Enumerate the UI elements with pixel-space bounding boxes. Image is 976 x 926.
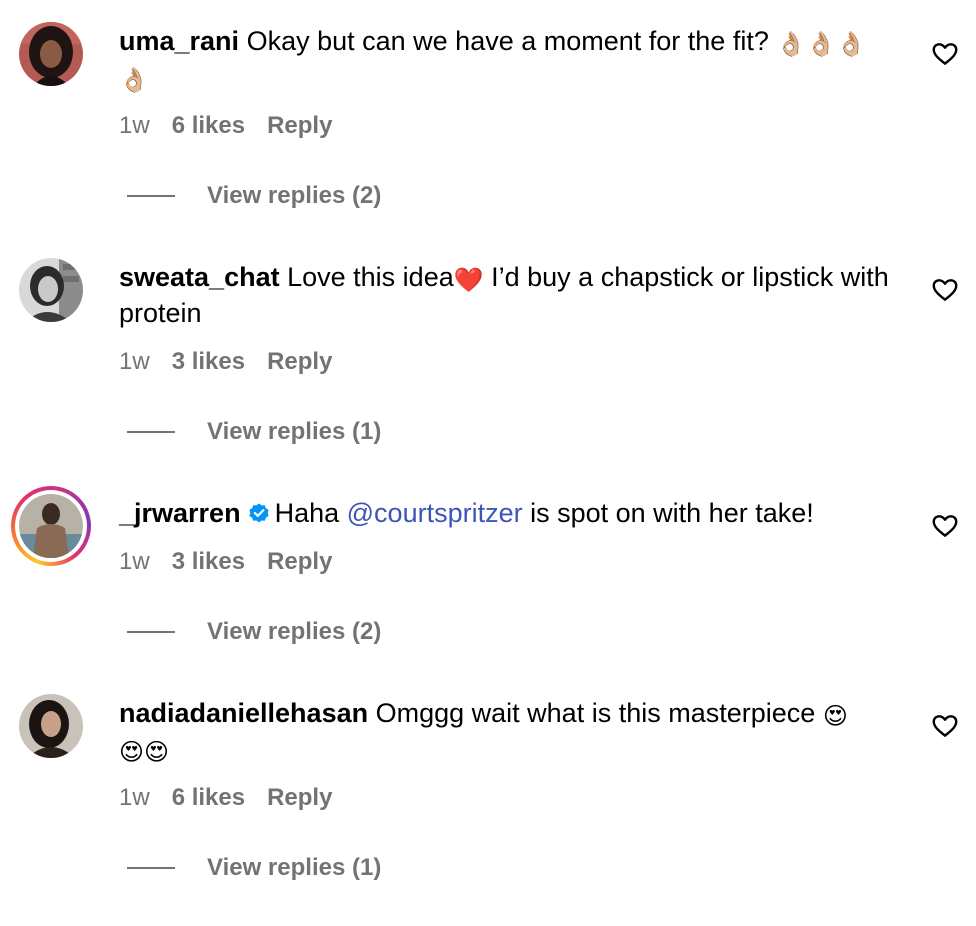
heart-emoji: ❤️ [453,266,484,294]
avatar[interactable] [19,258,83,322]
comment-text: Okay but can we have a moment for the fi… [246,26,769,56]
comment-time[interactable]: 1w [119,548,150,575]
replies-divider [127,867,175,869]
comment-time[interactable]: 1w [119,348,150,375]
comment-username[interactable]: _jrwarren [119,498,241,528]
view-replies-label: View replies (1) [207,854,382,881]
comment-meta: 1w 6 likes Reply [119,783,354,813]
heart-icon[interactable] [930,710,960,740]
comment-emoji: 😍😍 [119,738,170,766]
comment-emoji: 👌🏼 [119,66,149,94]
comment-likes[interactable]: 6 likes [172,112,245,139]
view-replies-label: View replies (1) [207,418,382,445]
comments-list: uma_rani Okay but can we have a moment f… [0,0,976,926]
comment-time[interactable]: 1w [119,112,150,139]
view-replies-button[interactable]: View replies (2) [127,617,381,647]
comment-likes[interactable]: 3 likes [172,348,245,375]
comment-emoji: 👌🏼👌🏼👌🏼 [776,30,867,58]
avatar[interactable] [19,694,83,758]
comment-meta: 1w 6 likes Reply [119,111,354,141]
verified-badge-icon [247,498,271,534]
avatar[interactable] [19,22,83,86]
view-replies-button[interactable]: View replies (2) [127,181,381,211]
view-replies-button[interactable]: View replies (1) [127,853,381,883]
comment-username[interactable]: nadiadaniellehasan [119,698,368,728]
comment-meta: 1w 3 likes Reply [119,347,354,377]
avatar [19,494,83,558]
avatar-story-ring[interactable] [11,486,91,566]
comment-text: is spot on with her take! [522,498,814,528]
comment-meta: 1w 3 likes Reply [119,547,354,577]
view-replies-label: View replies (2) [207,182,382,209]
comment-username[interactable]: sweata_chat [119,262,280,292]
comment-text: Haha [274,498,347,528]
mention-link[interactable]: @courtspritzer [347,498,523,528]
replies-divider [127,431,175,433]
replies-divider [127,631,175,633]
reply-button[interactable]: Reply [267,112,332,139]
comment-time[interactable]: 1w [119,784,150,811]
heart-icon[interactable] [930,38,960,68]
comment-username[interactable]: uma_rani [119,26,239,56]
heart-icon[interactable] [930,510,960,540]
comment-text: Omggg wait what is this masterpiece [375,698,816,728]
reply-button[interactable]: Reply [267,784,332,811]
view-replies-button[interactable]: View replies (1) [127,417,381,447]
comment-likes[interactable]: 6 likes [172,784,245,811]
comment-text: Love this idea [287,262,454,292]
comment-likes[interactable]: 3 likes [172,548,245,575]
comment-emoji: 😍 [822,702,848,730]
reply-button[interactable]: Reply [267,548,332,575]
view-replies-label: View replies (2) [207,618,382,645]
replies-divider [127,195,175,197]
reply-button[interactable]: Reply [267,348,332,375]
heart-icon[interactable] [930,274,960,304]
